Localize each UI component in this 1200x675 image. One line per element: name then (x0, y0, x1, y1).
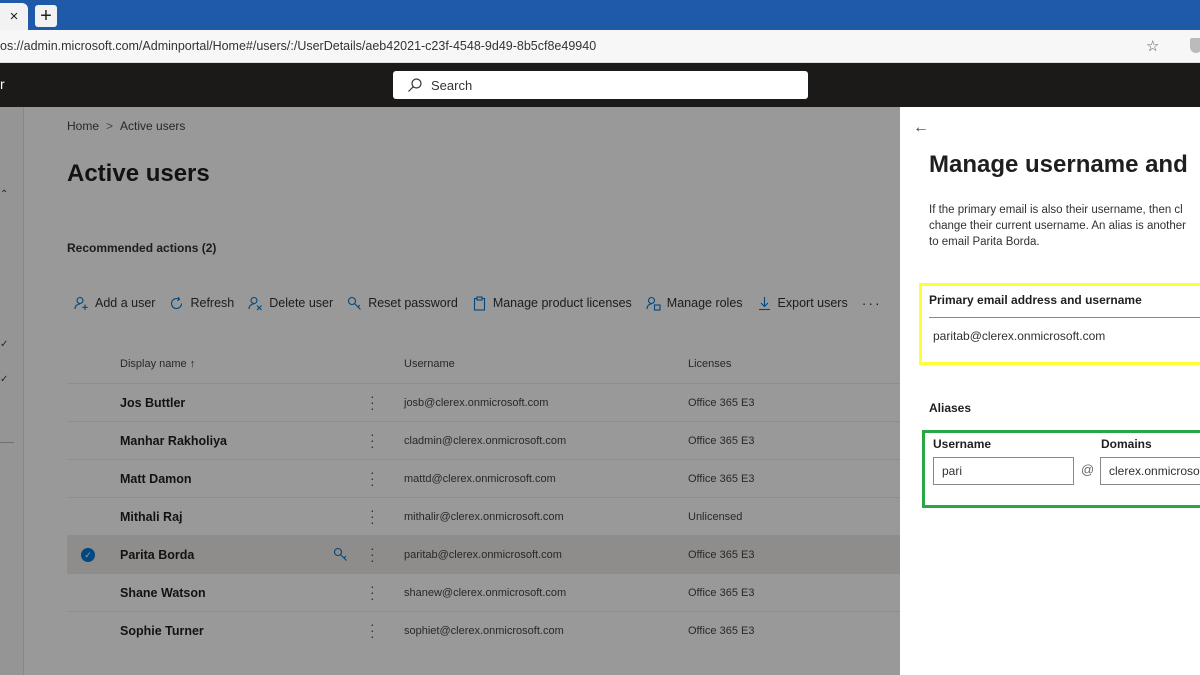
modal-overlay[interactable] (0, 107, 900, 675)
description-line: change their current username. An alias … (929, 220, 1186, 232)
manage-username-panel: ← Manage username and If the primary ema… (900, 107, 1200, 675)
new-tab-button[interactable]: + (35, 5, 57, 27)
panel-description: If the primary email is also their usern… (929, 202, 1200, 250)
search-input[interactable]: Search (393, 71, 808, 99)
primary-email-highlight: Primary email address and username parit… (919, 283, 1200, 365)
primary-email-label: Primary email address and username (929, 293, 1142, 307)
tab-close-button[interactable]: × (0, 3, 28, 30)
browser-tabstrip: × + (0, 0, 1200, 30)
aliases-heading: Aliases (929, 401, 972, 415)
divider (929, 317, 1200, 318)
description-line: If the primary email is also their usern… (929, 204, 1183, 216)
alias-username-input[interactable]: pari (933, 457, 1074, 485)
search-placeholder: Search (431, 77, 473, 93)
alias-form-highlight: Username Domains pari @ clerex.onmicroso… (922, 430, 1200, 508)
favorite-star-icon[interactable]: ☆ (1146, 37, 1159, 55)
app-brand: r (0, 76, 5, 92)
alias-domain-select[interactable]: clerex.onmicrosoft.com (1100, 457, 1200, 485)
alias-domains-label: Domains (1101, 437, 1152, 451)
url-field[interactable]: os://admin.microsoft.com/Adminportal/Hom… (0, 39, 596, 53)
panel-title: Manage username and (929, 151, 1188, 178)
app-header: r Search (0, 63, 1200, 107)
at-sign: @ (1081, 462, 1095, 477)
alias-username-label: Username (933, 437, 992, 451)
search-icon (408, 78, 422, 92)
address-bar: os://admin.microsoft.com/Adminportal/Hom… (0, 30, 1200, 63)
back-arrow-icon[interactable]: ← (913, 119, 929, 137)
description-line: to email Parita Borda. (929, 236, 1040, 248)
shield-icon[interactable] (1190, 38, 1200, 53)
primary-email-value: paritab@clerex.onmicrosoft.com (933, 329, 1106, 343)
